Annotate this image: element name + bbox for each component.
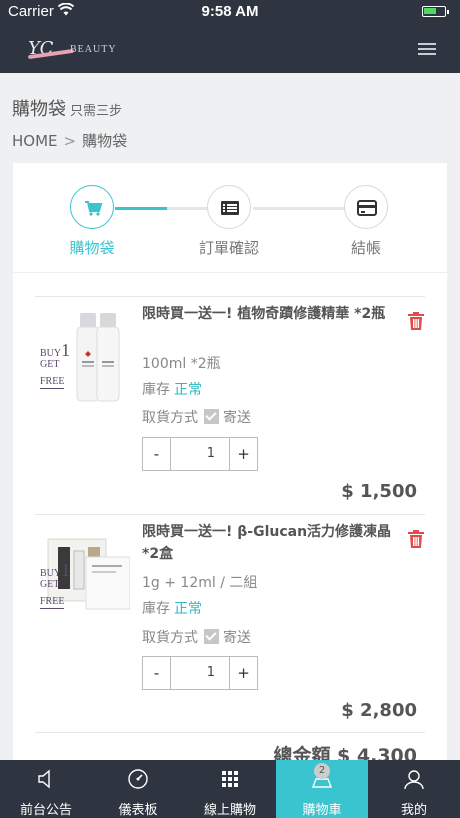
hamburger-menu-icon[interactable]: [418, 43, 436, 57]
tab-dashboard[interactable]: 儀表板: [92, 760, 184, 818]
dashboard-icon: [128, 769, 148, 789]
thumb-free: FREE: [40, 376, 65, 389]
status-bar: Carrier 9:58 AM: [0, 0, 460, 24]
delivery-method: 取貨方式 寄送: [142, 407, 251, 427]
cart-item: BUY1 GET FREE 限時買一送一! 植物奇蹟修護精華 *2瓶 100ml…: [35, 296, 425, 513]
decrease-button[interactable]: -: [143, 438, 170, 470]
grid-icon: [222, 771, 238, 787]
thumb-get: GET: [40, 579, 60, 590]
cart-icon: [85, 201, 103, 216]
breadcrumb-separator: >: [63, 132, 77, 150]
step-label: 購物袋: [69, 239, 115, 257]
top-bar: Carrier 9:58 AM YC BEAUTY: [0, 0, 460, 73]
quantity-stepper: - 1 +: [142, 656, 258, 690]
bottom-tab-bar: 前台公告 儀表板 線上購物 2 購物車 我的: [0, 760, 460, 818]
clock: 9:58 AM: [201, 3, 259, 20]
increase-button[interactable]: +: [230, 438, 257, 470]
battery-icon: [422, 6, 449, 17]
tab-cart[interactable]: 2 購物車: [276, 760, 368, 818]
thumb-free: FREE: [40, 596, 65, 609]
checkout-steps: 購物袋 訂單確認 結帳: [13, 163, 447, 273]
page-title-text: 購物袋: [12, 99, 66, 120]
thumb-one: 1: [61, 560, 71, 580]
breadcrumb-current: 購物袋: [82, 132, 128, 150]
breadcrumb: HOME > 購物袋: [12, 130, 127, 151]
thumb-buy: BUY: [40, 568, 62, 579]
thumb-one: 1: [61, 340, 71, 360]
delivery-value: 寄送: [223, 630, 251, 646]
trash-icon[interactable]: [407, 311, 425, 331]
increase-button[interactable]: +: [230, 657, 257, 689]
tab-announcements[interactable]: 前台公告: [0, 760, 92, 818]
speaker-icon: [38, 769, 50, 789]
tab-label: 我的: [400, 803, 427, 818]
list-icon: [221, 201, 239, 215]
product-image[interactable]: BUY1 GET FREE: [40, 311, 130, 406]
cart-item: BUY1 GET FREE 限時買一送一! β-Glucan活力修護凍晶*2盒 …: [35, 514, 425, 732]
decrease-button[interactable]: -: [143, 657, 170, 689]
tab-label: 儀表板: [118, 803, 158, 818]
tab-online-shopping[interactable]: 線上購物: [184, 760, 276, 818]
breadcrumb-home[interactable]: HOME: [12, 132, 58, 150]
product-name[interactable]: 限時買一送一! 植物奇蹟修護精華 *2瓶: [142, 303, 394, 325]
trash-icon[interactable]: [407, 529, 425, 549]
stock-label: 庫存: [142, 601, 170, 617]
quantity-input[interactable]: 1: [170, 438, 230, 470]
step-label: 訂單確認: [198, 239, 259, 257]
step-label: 結帳: [350, 239, 381, 257]
cart-count-badge: 2: [314, 763, 330, 779]
product-spec: 100ml *2瓶: [142, 356, 221, 372]
tab-profile[interactable]: 我的: [368, 760, 460, 818]
user-icon: [404, 770, 424, 790]
product-spec: 1g + 12ml / 二組: [142, 575, 258, 591]
cart-card: 購物袋 訂單確認 結帳 BUY1 GET FREE 限時買一送一! 植物奇蹟修護…: [13, 163, 447, 763]
step-cart[interactable]: 購物袋: [52, 185, 132, 258]
delivery-label: 取貨方式: [142, 630, 198, 646]
delivery-method: 取貨方式 寄送: [142, 627, 251, 647]
delivery-value: 寄送: [223, 410, 251, 426]
item-price: $ 1,500: [341, 481, 417, 502]
tab-label: 購物車: [302, 803, 342, 818]
stock-status: 庫存 正常: [142, 379, 202, 399]
thumb-buy: BUY: [40, 348, 62, 359]
page-title: 購物袋 只需三步: [12, 95, 122, 121]
quantity-stepper: - 1 +: [142, 437, 258, 471]
tab-label: 線上購物: [203, 803, 256, 818]
stock-label: 庫存: [142, 382, 170, 398]
logo-brand-text: BEAUTY: [70, 44, 117, 55]
page-subtitle: 只需三步: [70, 104, 123, 119]
delivery-label: 取貨方式: [142, 410, 198, 426]
quantity-input[interactable]: 1: [170, 657, 230, 689]
stock-value: 正常: [174, 601, 202, 617]
credit-card-icon: [357, 200, 377, 216]
stock-value: 正常: [174, 382, 202, 398]
step-order-confirm[interactable]: 訂單確認: [189, 185, 269, 258]
delivery-checkbox[interactable]: [204, 409, 219, 424]
step-checkout[interactable]: 結帳: [326, 185, 406, 258]
delivery-checkbox[interactable]: [204, 629, 219, 644]
divider: [35, 732, 425, 733]
item-price: $ 2,800: [341, 700, 417, 721]
brand-logo[interactable]: YC BEAUTY: [27, 38, 148, 64]
thumb-get: GET: [40, 359, 60, 370]
product-image[interactable]: BUY1 GET FREE: [40, 529, 131, 624]
stock-status: 庫存 正常: [142, 598, 202, 618]
product-name[interactable]: 限時買一送一! β-Glucan活力修護凍晶*2盒: [142, 521, 394, 565]
tab-label: 前台公告: [19, 803, 72, 818]
